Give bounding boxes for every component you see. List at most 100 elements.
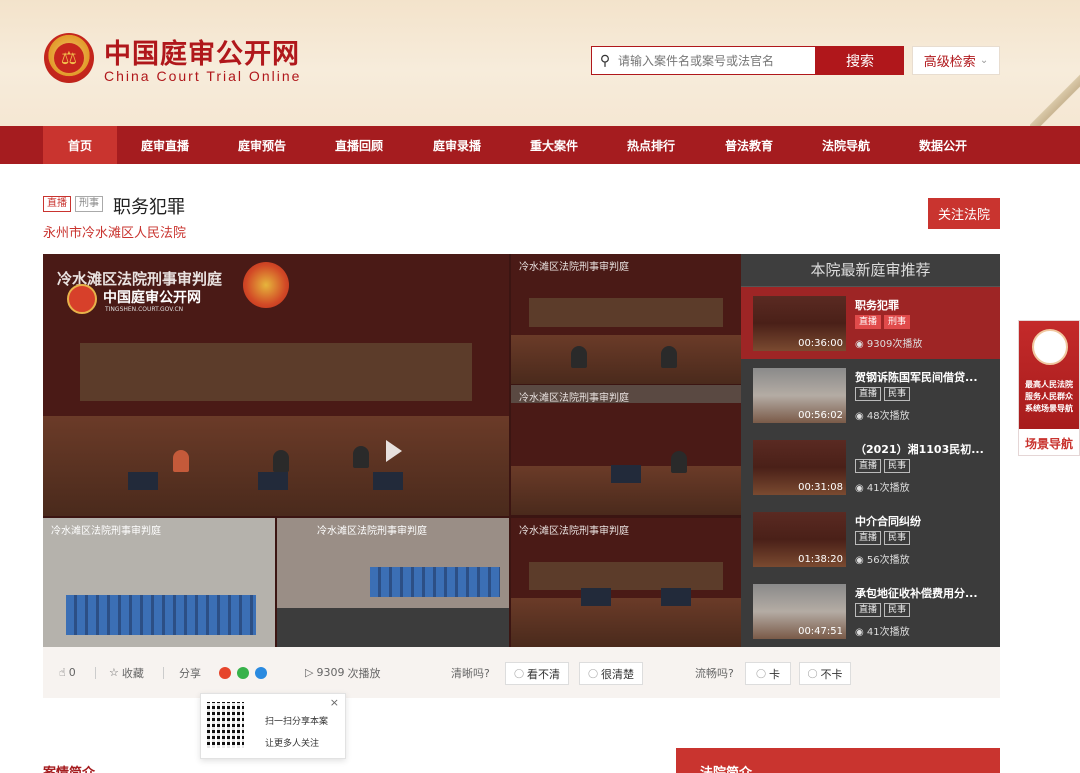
person: [671, 451, 687, 473]
lag-button[interactable]: ◯ 卡: [745, 662, 791, 685]
scene-navigation-widget[interactable]: 最高人民法院 服务人民群众 系统场景导航 场景导航: [1018, 320, 1080, 456]
divider: [163, 667, 164, 679]
duration: 00:31:08: [798, 482, 843, 493]
recommendation-item[interactable]: 01:38:20 中介合同纠纷 直播 民事 ◉ 56次播放: [741, 503, 1000, 575]
monitor: [581, 588, 611, 606]
recommendation-tags: 直播 刑事: [855, 315, 911, 329]
video-action-bar: ☝ 0 ☆ 收藏 分享 ▷ 9309 次播放 清晰吗? ◯ 看不清 ◯ 很清楚 流畅吗?…: [43, 647, 1000, 698]
site-title[interactable]: 中国庭审公开网: [104, 32, 300, 71]
play-count-text: 48次播放: [866, 411, 910, 422]
feedback-icon: ◯: [513, 668, 525, 679]
recommendation-title: 本院最新庭审推荐: [741, 254, 1000, 287]
play-icon[interactable]: [386, 440, 402, 462]
scene-navigation-banner[interactable]: 最高人民法院 服务人民群众 系统场景导航: [1019, 321, 1079, 429]
advanced-search-button[interactable]: 高级检索 ⌄: [912, 46, 1000, 75]
video-thumbnail[interactable]: 00:56:02: [753, 368, 846, 423]
court-emblem-icon: [67, 284, 97, 314]
follow-court-button[interactable]: 关注法院: [928, 198, 1000, 229]
play-count-text: 9309次播放: [866, 339, 923, 350]
recommendation-panel: 本院最新庭审推荐 00:36:00 职务犯罪 直播 刑事 ◉ 9309次播放 00…: [741, 254, 1000, 647]
recommendation-item[interactable]: 00:56:02 贺钢诉陈国军民间借贷... 直播 民事 ◉ 48次播放: [741, 359, 1000, 431]
nav-item-recorded[interactable]: 庭审录播: [420, 126, 494, 164]
nav-item-trending[interactable]: 热点排行: [614, 126, 688, 164]
nav-item-preview[interactable]: 庭审预告: [225, 126, 299, 164]
qr-code-overlay: [207, 702, 244, 748]
case-tags: 直播 刑事: [43, 196, 103, 212]
video-channel-label: 冷水滩区法院刑事审判庭: [519, 393, 629, 404]
video-thumbnail[interactable]: 00:31:08: [753, 440, 846, 495]
eye-icon: ◉: [855, 339, 864, 350]
court-desks: [511, 334, 741, 384]
judge-bench: [529, 298, 723, 327]
play-count-text: 56次播放: [866, 555, 910, 566]
nav-item-court-navigation[interactable]: 法院导航: [809, 126, 883, 164]
divider: [95, 667, 96, 679]
float-text-3: 系统场景导航: [1025, 404, 1073, 413]
no-lag-button[interactable]: ◯ 不卡: [799, 662, 851, 685]
weibo-icon[interactable]: [219, 666, 231, 679]
close-icon[interactable]: ×: [330, 696, 339, 709]
recommendation-name[interactable]: 贺钢诉陈国军民间借贷...: [855, 369, 990, 385]
unclear-button[interactable]: ◯ 看不清: [505, 662, 569, 685]
nav-item-home[interactable]: 首页: [43, 126, 117, 164]
clear-label: 很清楚: [601, 667, 635, 681]
scene-navigation-link[interactable]: 场景导航: [1019, 429, 1079, 457]
court-name-link[interactable]: 永州市冷水滩区人民法院: [43, 222, 186, 241]
monitor: [373, 472, 403, 490]
nav-item-live[interactable]: 庭审直播: [128, 126, 202, 164]
monitor: [611, 465, 641, 483]
nav-item-major-cases[interactable]: 重大案件: [517, 126, 591, 164]
tag: 直播: [855, 531, 882, 545]
nav-item-replay[interactable]: 直播回顾: [322, 126, 396, 164]
recommendation-item[interactable]: 00:36:00 职务犯罪 直播 刑事 ◉ 9309次播放: [741, 287, 1000, 359]
video-player[interactable]: 冷水滩区法院刑事审判庭 中国庭审公开网 TINGSHEN.COURT.GOV.C…: [43, 254, 741, 647]
like-count: 0: [68, 666, 76, 679]
search-input[interactable]: [618, 53, 808, 68]
video-thumbnail[interactable]: 01:38:20: [753, 512, 846, 567]
site-header: ⚖ 中国庭审公开网 China Court Trial Online ⚲ 搜索 …: [0, 0, 1080, 126]
recommendation-item[interactable]: 00:31:08 （2021）湘1103民初... 直播 民事 ◉ 41次播放: [741, 431, 1000, 503]
tag: 民事: [884, 459, 911, 473]
nav-item-legal-education[interactable]: 普法教育: [712, 126, 786, 164]
recommendation-item[interactable]: 00:47:51 承包地征收补偿费用分... 直播 民事 ◉ 41次播放: [741, 575, 1000, 647]
search-box[interactable]: ⚲: [591, 46, 816, 75]
share-text: 分享: [179, 666, 201, 680]
play-count-text: 41次播放: [866, 627, 910, 638]
tag: 直播: [855, 459, 882, 473]
video-thumbnail[interactable]: 00:47:51: [753, 584, 846, 639]
search-button[interactable]: 搜索: [816, 46, 904, 75]
video-channel-label: 冷水滩区法院刑事审判庭: [317, 526, 427, 537]
eye-icon: ◉: [855, 411, 864, 422]
eye-icon: ◉: [855, 483, 864, 494]
video-thumbnail[interactable]: 00:36:00: [753, 296, 846, 351]
wechat-icon[interactable]: [237, 666, 249, 679]
court-emblem-icon[interactable]: ⚖: [44, 33, 94, 83]
play-count-text: 41次播放: [866, 483, 910, 494]
recommendation-name[interactable]: 职务犯罪: [855, 297, 990, 313]
video-logo-text: 中国庭审公开网: [103, 290, 201, 306]
judge-bench: [529, 561, 723, 591]
qq-icon[interactable]: [255, 666, 267, 679]
like-button[interactable]: ☝ 0: [59, 647, 76, 698]
clarity-question: 清晰吗?: [451, 666, 490, 680]
court-intro-heading: 法院简介: [676, 748, 1000, 773]
recommendation-name[interactable]: （2021）湘1103民初...: [855, 441, 990, 457]
duration: 01:38:20: [798, 554, 843, 565]
video-pane-top-right: 冷水滩区法院刑事审判庭: [511, 254, 741, 384]
recommendation-name[interactable]: 中介合同纠纷: [855, 513, 990, 529]
tag: 直播: [855, 387, 882, 401]
favorite-button[interactable]: ☆ 收藏: [109, 647, 144, 698]
national-emblem-icon: [243, 262, 289, 308]
judge-bench: [80, 343, 472, 401]
play-circle-icon: ▷: [305, 666, 314, 679]
recommendation-name[interactable]: 承包地征收补偿费用分...: [855, 585, 990, 601]
smoothness-question: 流畅吗?: [695, 666, 734, 680]
play-count: ◉ 41次播放: [855, 479, 910, 494]
play-count: ◉ 9309次播放: [855, 335, 922, 350]
clear-button[interactable]: ◯ 很清楚: [579, 662, 643, 685]
court-emblem-icon: [1032, 329, 1068, 365]
lag-label: 卡: [769, 667, 781, 681]
star-icon: ☆: [109, 666, 119, 679]
play-count-display: ▷ 9309 次播放: [305, 647, 380, 698]
nav-item-data-disclosure[interactable]: 数据公开: [906, 126, 980, 164]
